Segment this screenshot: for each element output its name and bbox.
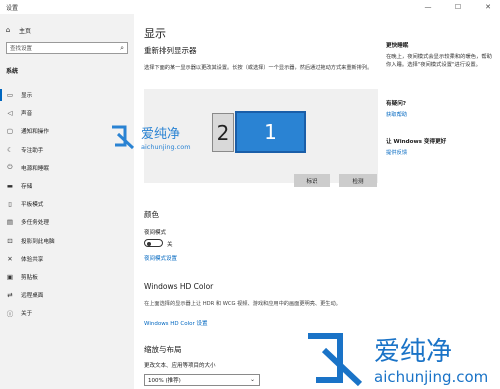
watermark-logo-small: 爱纯净 aichunjing.com — [112, 125, 191, 151]
remote-icon: ⇄ — [7, 291, 13, 300]
notification-icon: ▢ — [6, 127, 14, 136]
question-title: 有疑问? — [386, 101, 407, 107]
title-bar: 设置 — ☐ ✕ — [0, 0, 500, 14]
project-icon: ⊡ — [7, 236, 13, 245]
scale-layout-title: 缩放与布局 — [144, 345, 182, 354]
watermark-logo-large: 爱纯净 aichunjing.com — [308, 333, 488, 387]
close-button[interactable]: ✕ — [481, 2, 495, 12]
share-icon: ✕ — [7, 254, 13, 263]
sidebar-item-label: 显示 — [21, 93, 33, 100]
storage-icon: ▬ — [6, 182, 14, 191]
sidebar-item-10[interactable]: ▣ 剪贴板 — [0, 268, 134, 286]
home-icon: ⌂ — [5, 26, 11, 34]
chevron-down-icon: ⌄ — [249, 376, 255, 383]
tablet-icon: ▯ — [8, 200, 12, 209]
page-title: 显示 — [144, 27, 166, 40]
sidebar-item-1[interactable]: ◁ 声音 — [0, 104, 134, 122]
sidebar-item-label: 远程桌面 — [21, 293, 44, 300]
search-icon: ⌕ — [120, 44, 124, 52]
sidebar-item-label: 多任务处理 — [21, 220, 49, 227]
sidebar-item-label: 体验共享 — [21, 256, 44, 263]
sidebar-item-label: 通知和操作 — [21, 129, 49, 136]
color-section-title: 颜色 — [144, 210, 159, 219]
better-title: 让 Windows 变得更好 — [386, 139, 447, 145]
sidebar-item-7[interactable]: ▤ 多任务处理 — [0, 213, 134, 231]
sidebar-item-8[interactable]: ⊡ 投影到此电脑 — [0, 232, 134, 250]
sidebar-item-0[interactable]: ▭ 显示 — [0, 86, 134, 104]
maximize-button[interactable]: ☐ — [451, 2, 465, 12]
monitor-2[interactable]: 2 — [212, 113, 234, 152]
sidebar-item-11[interactable]: ⇄ 远程桌面 — [0, 286, 134, 304]
sidebar-item-6[interactable]: ▯ 平板模式 — [0, 195, 134, 213]
monitor-1[interactable]: 1 — [235, 111, 306, 153]
search-input[interactable]: 查找设置 ⌕ — [6, 42, 128, 54]
sidebar-home[interactable]: ⌂ 主页 — [4, 24, 31, 36]
sleep-description: 在晚上，夜间模式会显示较柔和的暖色，帮助你入睡。选择"夜间模式设置"进行设置。 — [386, 54, 492, 68]
identify-button[interactable]: 标识 — [294, 174, 330, 187]
watermark-url-large: aichunjing.com — [374, 368, 488, 386]
power-icon: ⏻ — [7, 163, 13, 172]
watermark-brand: 爱纯净 — [141, 127, 180, 142]
watermark-brand-large: 爱纯净 — [374, 337, 452, 367]
rearrange-description: 选择下面的某一显示器以更改其设置。长按（或选择）一个显示器，然后通过拖动方式来重… — [144, 65, 373, 71]
sidebar-item-label: 存储 — [21, 184, 33, 191]
window-title: 设置 — [6, 5, 19, 12]
sidebar-item-label: 关于 — [21, 311, 33, 318]
feedback-section: 让 Windows 变得更好 提供反馈 — [386, 138, 496, 157]
sidebar-item-12[interactable]: ⓘ 关于 — [0, 304, 134, 322]
clipboard-icon: ▣ — [6, 272, 14, 281]
scale-label: 更改文本、应用等项目的大小 — [144, 363, 216, 369]
speaker-icon: ◁ — [7, 109, 13, 118]
sidebar-item-9[interactable]: ✕ 体验共享 — [0, 250, 134, 268]
toggle-knob — [147, 241, 151, 246]
sidebar-item-label: 声音 — [21, 111, 33, 118]
watermark-mark-large — [308, 333, 363, 387]
watermark-mark — [112, 125, 135, 150]
info-icon: ⓘ — [6, 310, 14, 319]
sidebar-item-label: 电源和睡眠 — [21, 165, 49, 172]
sidebar-item-4[interactable]: ⏻ 电源和睡眠 — [0, 159, 134, 177]
moon-icon: ☾ — [7, 145, 13, 154]
sidebar-home-label: 主页 — [19, 27, 32, 35]
night-light-settings-link[interactable]: 夜间模式设置 — [144, 254, 177, 262]
minimize-button[interactable]: — — [421, 2, 435, 12]
sidebar-item-label: 专注助手 — [21, 147, 44, 154]
hd-color-description: 在上面选择的显示器上让 HDR 和 WCG 视频、游戏和应用中的画面更明亮、更生… — [144, 301, 341, 307]
feedback-link[interactable]: 提供反馈 — [386, 149, 496, 157]
sidebar-group-title: 系统 — [6, 68, 19, 75]
sleep-title: 更快睡眠 — [386, 43, 409, 49]
sidebar-item-label: 剪贴板 — [21, 274, 38, 281]
scale-value: 100% (推荐) — [148, 378, 181, 384]
multitask-icon: ▤ — [6, 218, 14, 227]
night-light-state: 关 — [167, 242, 173, 248]
rearrange-title: 重新排列显示器 — [144, 46, 197, 55]
monitor-icon: ▭ — [6, 91, 14, 100]
search-placeholder: 查找设置 — [10, 46, 33, 52]
scale-dropdown[interactable]: 100% (推荐) ⌄ — [144, 374, 260, 386]
night-light-label: 夜间模式 — [144, 230, 167, 236]
sleep-info: 更快睡眠 在晚上，夜间模式会显示较柔和的暖色，帮助你入睡。选择"夜间模式设置"进… — [386, 42, 496, 69]
watermark-url: aichunjing.com — [141, 143, 191, 151]
sidebar-item-label: 投影到此电脑 — [21, 238, 55, 245]
hd-color-settings-link[interactable]: Windows HD Color 设置 — [144, 319, 208, 327]
sidebar-item-5[interactable]: ▬ 存储 — [0, 177, 134, 195]
night-light-toggle[interactable] — [144, 239, 163, 247]
detect-button[interactable]: 检测 — [339, 174, 377, 187]
question-section: 有疑问? 获取帮助 — [386, 100, 496, 119]
hd-color-title: Windows HD Color — [144, 282, 214, 291]
get-help-link[interactable]: 获取帮助 — [386, 111, 496, 119]
sidebar-item-label: 平板模式 — [21, 202, 44, 209]
